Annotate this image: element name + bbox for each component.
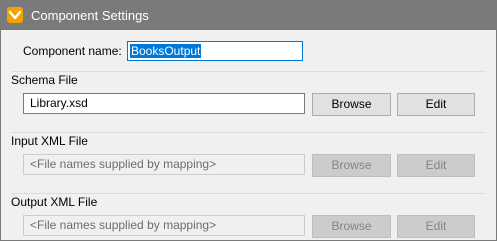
output-xml-file-input: <File names supplied by mapping> [23, 215, 305, 236]
component-settings-dialog: Component Settings Component name: Books… [0, 0, 497, 241]
component-name-value: BooksOutput [130, 44, 202, 58]
mapforce-logo-icon [7, 7, 23, 23]
schema-edit-button[interactable]: Edit [397, 93, 475, 116]
component-name-input[interactable]: BooksOutput [127, 41, 303, 61]
output-xml-browse-button: Browse [312, 215, 391, 238]
output-xml-file-group-label: Output XML File [11, 195, 98, 209]
title-bar[interactable]: Component Settings [1, 1, 496, 30]
input-xml-file-input: <File names supplied by mapping> [23, 154, 305, 175]
input-xml-browse-button: Browse [312, 154, 391, 177]
output-xml-edit-button: Edit [397, 215, 475, 238]
schema-file-input[interactable]: Library.xsd [23, 93, 305, 114]
schema-file-group-label: Schema File [11, 73, 78, 87]
window-title: Component Settings [31, 8, 149, 23]
input-xml-edit-button: Edit [397, 154, 475, 177]
input-xml-file-group-label: Input XML File [11, 134, 88, 148]
component-name-label: Component name: [23, 44, 122, 58]
schema-browse-button[interactable]: Browse [312, 93, 391, 116]
